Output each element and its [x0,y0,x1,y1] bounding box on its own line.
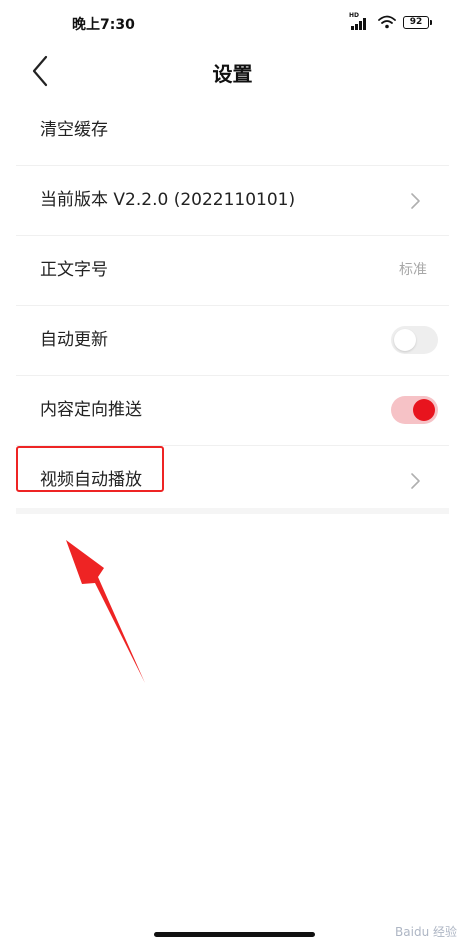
status-time: 晚上7:30 [72,17,135,33]
home-indicator[interactable] [154,932,315,937]
status-icons: HD 92 [349,12,432,30]
auto-update-row: 自动更新 [16,306,449,376]
auto-update-toggle[interactable] [391,326,438,354]
battery-icon: 92 [403,15,432,29]
section-divider [16,508,449,514]
page-title: 设置 [212,62,253,86]
baidu-watermark: Baidu 经验 [395,923,457,940]
targeted-push-label: 内容定向推送 [40,400,142,420]
targeted-push-toggle[interactable] [391,396,438,424]
clear-cache-row[interactable]: 清空缓存 [16,96,449,166]
watermark-text: Baidu 经验 [395,925,457,939]
current-version-row[interactable]: 当前版本 V2.2.0 (2022110101) [16,166,449,236]
annotation-highlight-box [16,446,164,492]
toggle-knob [413,399,435,421]
chevron-right-icon [411,473,420,489]
status-bar: 晚上7:30 HD 92 [0,0,465,46]
targeted-push-row: 内容定向推送 [16,376,449,446]
chevron-right-icon [411,193,420,209]
toggle-knob [394,329,416,351]
font-size-row[interactable]: 正文字号 标准 [16,236,449,306]
cellular-signal-icon: HD [349,12,371,30]
font-size-label: 正文字号 [40,260,108,280]
auto-update-label: 自动更新 [40,330,108,350]
nav-bar: 设置 [0,46,465,96]
font-size-value: 标准 [399,262,427,278]
current-version-label: 当前版本 V2.2.0 (2022110101) [40,190,296,210]
clear-cache-label: 清空缓存 [40,120,108,140]
wifi-icon [378,15,396,29]
